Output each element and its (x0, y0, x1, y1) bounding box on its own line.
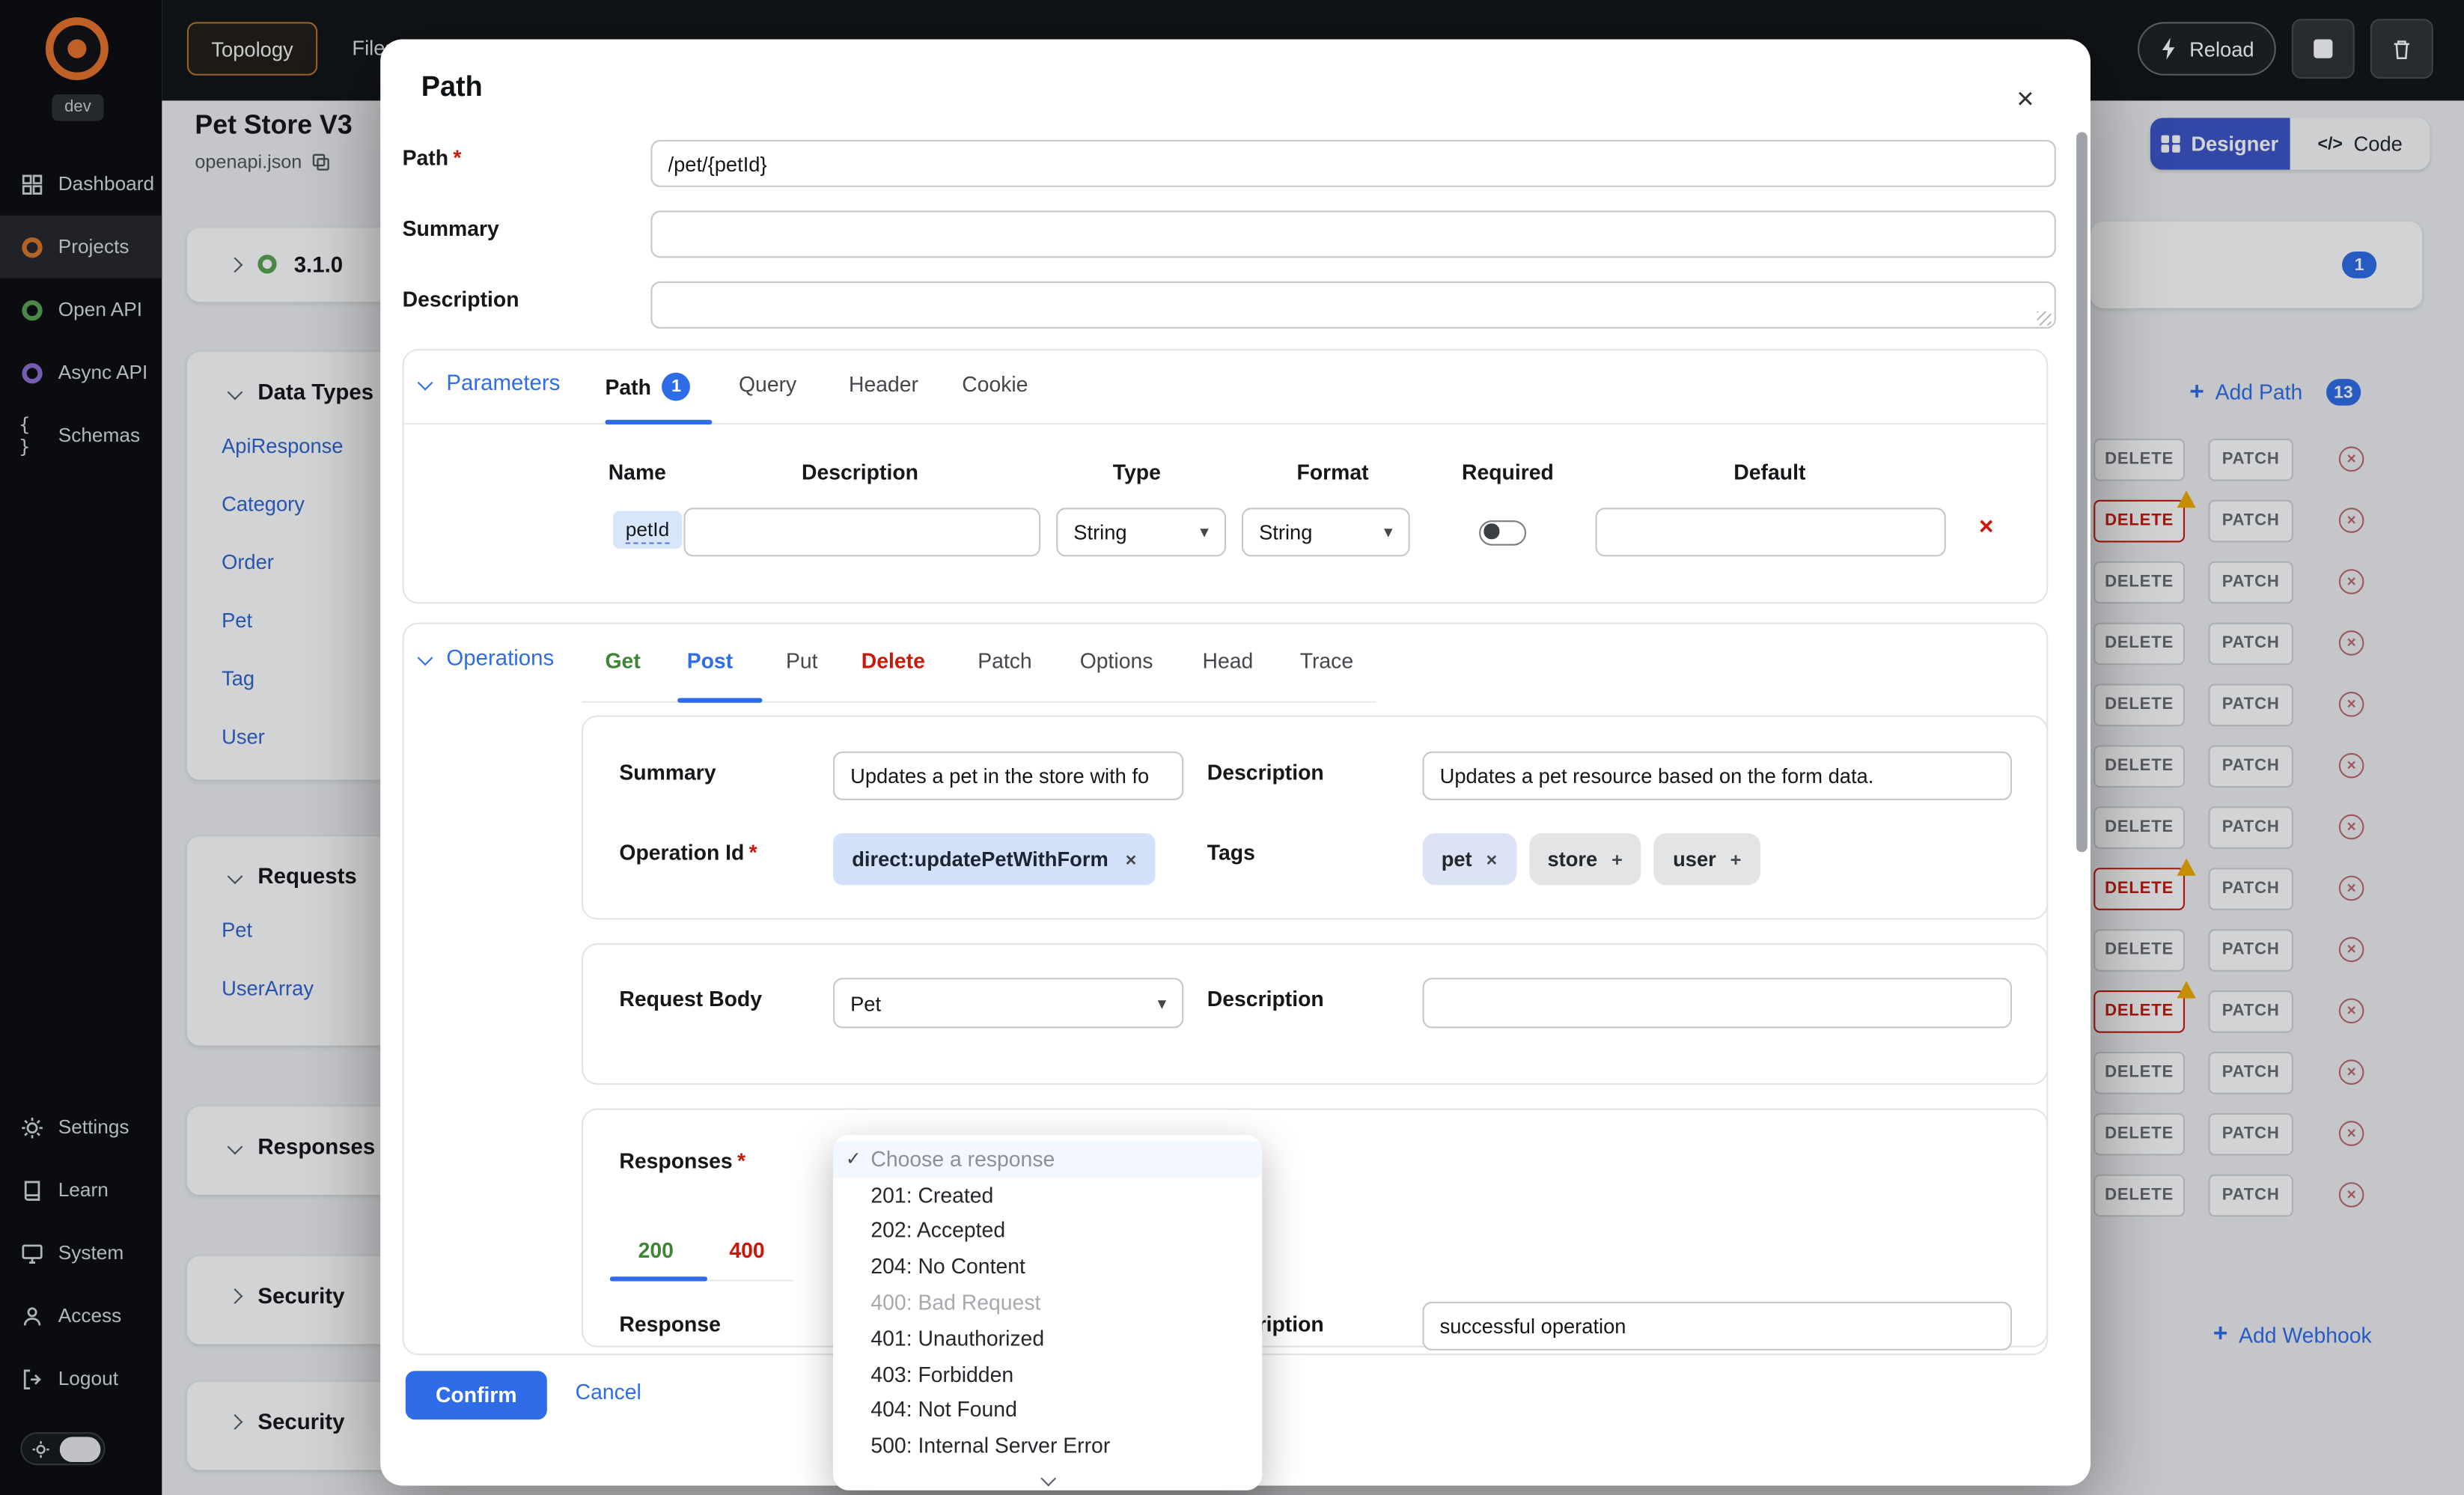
summary-field-label: Summary (403, 217, 499, 241)
modal-title: Path (421, 70, 483, 103)
param-name-chip[interactable]: petId (613, 511, 682, 548)
dropdown-item-204[interactable]: 204: No Content (833, 1249, 1262, 1285)
response-label: Response (619, 1312, 721, 1336)
op-description-input[interactable] (1422, 752, 2012, 800)
tab-op-post[interactable]: Post (687, 649, 733, 673)
tab-op-trace[interactable]: Trace (1300, 649, 1353, 673)
tags-label: Tags (1207, 841, 1255, 865)
tag-chip-store[interactable]: store+ (1528, 833, 1641, 885)
dropdown-item-400[interactable]: 400: Bad Request (833, 1285, 1262, 1321)
dropdown-item-401[interactable]: 401: Unauthorized (833, 1321, 1262, 1357)
op-summary-input[interactable] (833, 752, 1183, 800)
check-icon: ✓ (846, 1148, 862, 1170)
tab-param-query[interactable]: Query (739, 373, 796, 396)
scroll-down-chevron-icon[interactable] (1040, 1471, 1055, 1487)
op-description-label: Description (1207, 761, 1324, 784)
request-body-label: Request Body (619, 987, 762, 1011)
tab-op-patch[interactable]: Patch (978, 649, 1032, 673)
active-tab-underline (605, 420, 712, 424)
col-format: Format (1296, 460, 1368, 484)
active-response-underline (610, 1276, 707, 1281)
description-field-label: Description (403, 287, 519, 311)
path-tab-count-badge: 1 (662, 373, 691, 401)
dropdown-item-placeholder[interactable]: ✓ Choose a response (833, 1142, 1262, 1178)
close-icon[interactable]: × (2016, 83, 2034, 118)
path-modal: Path × Path* Summary Description Paramet… (380, 39, 2091, 1485)
param-description-input[interactable] (683, 508, 1040, 556)
op-summary-label: Summary (619, 761, 716, 784)
response-description-input[interactable] (1422, 1302, 2012, 1351)
operation-id-label: Operation Id* (619, 841, 757, 865)
resize-handle[interactable] (2037, 311, 2052, 326)
description-input[interactable] (650, 281, 2055, 329)
responses-label: Responses* (619, 1149, 745, 1173)
param-default-input[interactable] (1596, 508, 1946, 556)
request-body-description-label: Description (1207, 987, 1324, 1011)
caret-down-icon: ▾ (1158, 993, 1167, 1013)
operations-expander[interactable]: Operations (420, 645, 555, 670)
dropdown-item-500[interactable]: 500: Internal Server Error (833, 1428, 1262, 1464)
tab-param-cookie[interactable]: Cookie (962, 373, 1028, 396)
dropdown-item-403[interactable]: 403: Forbidden (833, 1357, 1262, 1392)
app-root: dev Dashboard Projects Open API Async AP… (0, 0, 2464, 1495)
tag-chip-user[interactable]: user+ (1654, 833, 1760, 885)
tab-param-header[interactable]: Header (849, 373, 918, 396)
response-dropdown: ✓ Choose a response 201: Created 202: Ac… (833, 1135, 1262, 1491)
col-name: Name (609, 460, 666, 484)
tab-op-options[interactable]: Options (1080, 649, 1153, 673)
col-default: Default (1733, 460, 1805, 484)
summary-input[interactable] (650, 210, 2055, 258)
remove-tag-icon[interactable]: × (1486, 848, 1498, 870)
caret-down-icon: ▾ (1200, 522, 1209, 542)
confirm-button[interactable]: Confirm (406, 1371, 547, 1419)
add-tag-icon[interactable]: + (1730, 848, 1742, 870)
col-required: Required (1462, 460, 1554, 484)
path-field-label: Path* (403, 146, 462, 170)
tab-op-get[interactable]: Get (605, 649, 640, 673)
op-summary-card (582, 715, 2048, 919)
dropdown-item-201[interactable]: 201: Created (833, 1177, 1262, 1213)
tab-op-delete[interactable]: Delete (862, 649, 925, 673)
chevron-down-icon (418, 374, 433, 390)
parameters-expander[interactable]: Parameters (420, 369, 561, 395)
operations-title: Operations (446, 645, 554, 670)
tag-chip-pet[interactable]: pet× (1422, 833, 1516, 885)
required-mark: * (749, 841, 757, 865)
tab-response-400[interactable]: 400 (729, 1239, 764, 1263)
operation-id-chip: direct:updatePetWithForm × (833, 833, 1155, 885)
request-body-select[interactable]: Pet▾ (833, 978, 1183, 1028)
param-format-select[interactable]: String▾ (1242, 508, 1410, 556)
required-mark: * (737, 1149, 745, 1173)
remove-operation-id-icon[interactable]: × (1126, 848, 1137, 870)
required-mark: * (453, 146, 461, 170)
tab-param-path[interactable]: Path 1 (605, 373, 690, 401)
modal-scrollbar[interactable] (2076, 132, 2088, 852)
request-body-description-input[interactable] (1422, 978, 2012, 1028)
col-description: Description (802, 460, 918, 484)
add-tag-icon[interactable]: + (1611, 848, 1623, 870)
path-input[interactable] (650, 140, 2055, 187)
tab-op-put[interactable]: Put (786, 649, 818, 673)
param-type-select[interactable]: String▾ (1056, 508, 1226, 556)
tab-op-head[interactable]: Head (1202, 649, 1253, 673)
chevron-down-icon (418, 649, 433, 665)
col-type: Type (1113, 460, 1161, 484)
remove-param-icon[interactable]: × (1979, 516, 1994, 541)
cancel-button[interactable]: Cancel (576, 1380, 641, 1404)
parameters-title: Parameters (446, 369, 560, 395)
active-op-underline (677, 698, 762, 702)
dropdown-item-404[interactable]: 404: Not Found (833, 1392, 1262, 1428)
dropdown-item-202[interactable]: 202: Accepted (833, 1213, 1262, 1249)
tags-row: pet× store+ user+ (1422, 833, 1760, 885)
param-required-toggle[interactable] (1479, 520, 1526, 546)
tab-response-200[interactable]: 200 (638, 1239, 674, 1263)
caret-down-icon: ▾ (1384, 522, 1393, 542)
